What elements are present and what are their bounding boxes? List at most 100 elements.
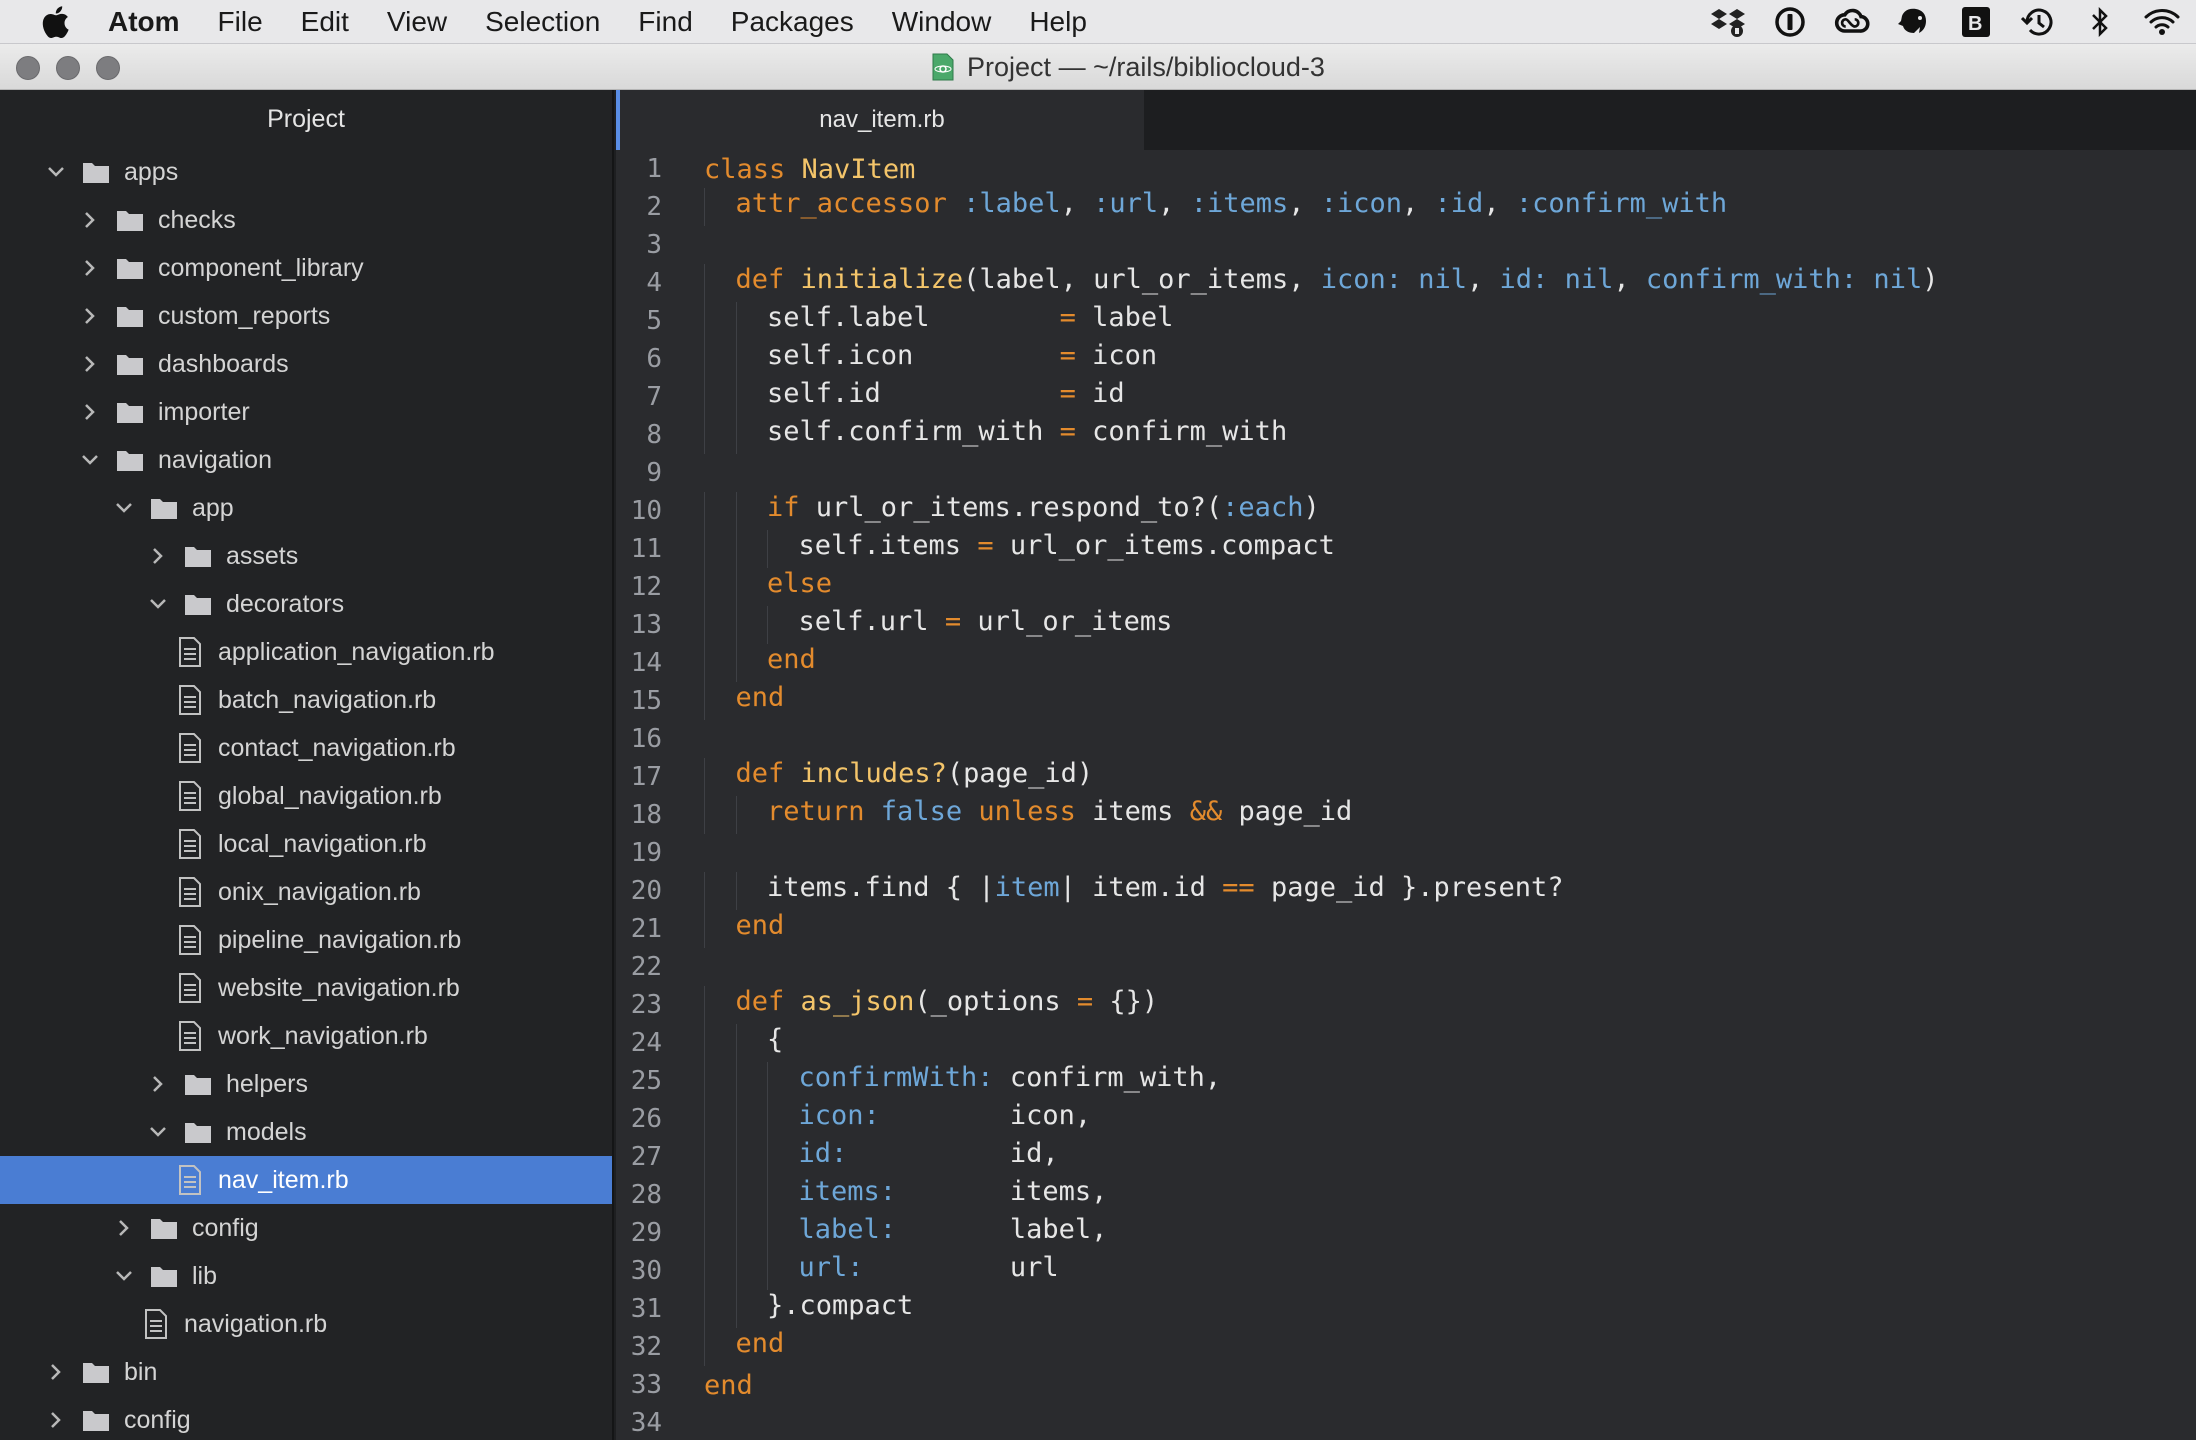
chevron-right-icon[interactable] [80,402,100,422]
chevron-down-icon[interactable] [46,162,66,182]
tree-folder[interactable]: checks [0,196,612,244]
creative-cloud-icon[interactable] [1834,5,1870,39]
menu-window[interactable]: Window [892,6,992,38]
tree-folder[interactable]: config [0,1204,612,1252]
code-line[interactable]: 10 if url_or_items.respond_to?(:each) [616,492,2196,530]
tree-folder[interactable]: bin [0,1348,612,1396]
code-line[interactable]: 21 end [616,910,2196,948]
chevron-down-icon[interactable] [148,1122,168,1142]
chevron-down-icon[interactable] [114,1266,134,1286]
chevron-right-icon[interactable] [46,1410,66,1430]
tab-nav-item-rb[interactable]: nav_item.rb [616,90,1144,150]
chevron-right-icon[interactable] [114,1218,134,1238]
menu-edit[interactable]: Edit [301,6,349,38]
tree-view-header[interactable]: Project [0,90,612,148]
menu-file[interactable]: File [218,6,263,38]
tree-file[interactable]: pipeline_navigation.rb [0,916,612,964]
menu-packages[interactable]: Packages [731,6,854,38]
evernote-icon[interactable] [1896,5,1932,39]
tree-folder[interactable]: apps [0,148,612,196]
code-line[interactable]: 15 end [616,682,2196,720]
code-line[interactable]: 34 [616,1404,2196,1440]
code-line[interactable]: 16 [616,720,2196,758]
time-machine-icon[interactable] [2020,5,2056,39]
dropbox-icon[interactable] [1710,5,1746,39]
code-line[interactable]: 26 icon: icon, [616,1100,2196,1138]
tree-folder[interactable]: component_library [0,244,612,292]
code-line[interactable]: 17 def includes?(page_id) [616,758,2196,796]
code-line[interactable]: 29 label: label, [616,1214,2196,1252]
tree-folder[interactable]: decorators [0,580,612,628]
chevron-right-icon[interactable] [80,210,100,230]
chevron-down-icon[interactable] [148,594,168,614]
code-line[interactable]: 30 url: url [616,1252,2196,1290]
tree-folder[interactable]: config [0,1396,612,1440]
code-line[interactable]: 13 self.url = url_or_items [616,606,2196,644]
code-line[interactable]: 12 else [616,568,2196,606]
code-line[interactable]: 28 items: items, [616,1176,2196,1214]
code-line[interactable]: 1 class NavItem [616,150,2196,188]
menu-view[interactable]: View [387,6,447,38]
tree-folder[interactable]: app [0,484,612,532]
chevron-right-icon[interactable] [148,546,168,566]
tree-folder[interactable]: navigation [0,436,612,484]
chevron-right-icon[interactable] [46,1362,66,1382]
tree-folder[interactable]: importer [0,388,612,436]
code-line[interactable]: 33 end [616,1366,2196,1404]
chevron-down-icon[interactable] [80,450,100,470]
code-line[interactable]: 31}.compact [616,1290,2196,1328]
code-line[interactable]: 5 self.label = label [616,302,2196,340]
code-line[interactable]: 19 [616,834,2196,872]
tree-file[interactable]: batch_navigation.rb [0,676,612,724]
code-line[interactable]: 6 self.icon = icon [616,340,2196,378]
code-line[interactable]: 18 return false unless items && page_id [616,796,2196,834]
code-line[interactable]: 8 self.confirm_with = confirm_with [616,416,2196,454]
tree-file[interactable]: contact_navigation.rb [0,724,612,772]
tree-file[interactable]: onix_navigation.rb [0,868,612,916]
chevron-right-icon[interactable] [80,258,100,278]
chevron-right-icon[interactable] [80,306,100,326]
tree-file[interactable]: nav_item.rb [0,1156,612,1204]
code-text: self.icon = icon [704,340,1157,378]
code-line[interactable]: 20 items.find { |item| item.id == page_id… [616,872,2196,910]
code-line[interactable]: 11 self.items = url_or_items.compact [616,530,2196,568]
code-line[interactable]: 32 end [616,1328,2196,1366]
bbedit-icon[interactable]: B [1958,5,1994,39]
tree-item-label: component_library [158,253,364,282]
apple-icon[interactable] [38,5,72,39]
tree-file[interactable]: local_navigation.rb [0,820,612,868]
code-line[interactable]: 7 self.id = id [616,378,2196,416]
tree-folder[interactable]: custom_reports [0,292,612,340]
code-line[interactable]: 22 [616,948,2196,986]
tree-folder[interactable]: lib [0,1252,612,1300]
code-area[interactable]: 1 class NavItem 2 attr_accessor :label, :ur… [616,150,2196,1440]
chevron-right-icon[interactable] [148,1074,168,1094]
code-line[interactable]: 23 def as_json(_options = {}) [616,986,2196,1024]
bluetooth-icon[interactable] [2082,5,2118,39]
tree-folder[interactable]: dashboards [0,340,612,388]
tree-file[interactable]: global_navigation.rb [0,772,612,820]
menu-find[interactable]: Find [638,6,692,38]
code-line[interactable]: 14 end [616,644,2196,682]
tree-file[interactable]: application_navigation.rb [0,628,612,676]
chevron-right-icon[interactable] [80,354,100,374]
1password-icon[interactable] [1772,5,1808,39]
menu-app-name[interactable]: Atom [108,6,180,38]
tree-folder[interactable]: models [0,1108,612,1156]
tree-file[interactable]: website_navigation.rb [0,964,612,1012]
code-line[interactable]: 4 def initialize(label, url_or_items, ico… [616,264,2196,302]
chevron-down-icon[interactable] [114,498,134,518]
code-line[interactable]: 25 confirmWith: confirm_with, [616,1062,2196,1100]
code-line[interactable]: 2 attr_accessor :label, :url, :items, :ic… [616,188,2196,226]
code-line[interactable]: 3 [616,226,2196,264]
tree-file[interactable]: navigation.rb [0,1300,612,1348]
menu-help[interactable]: Help [1029,6,1087,38]
menu-selection[interactable]: Selection [485,6,600,38]
tree-folder[interactable]: helpers [0,1060,612,1108]
tree-file[interactable]: work_navigation.rb [0,1012,612,1060]
code-line[interactable]: 24 { [616,1024,2196,1062]
tree-folder[interactable]: assets [0,532,612,580]
code-line[interactable]: 9 [616,454,2196,492]
code-line[interactable]: 27 id: id, [616,1138,2196,1176]
wifi-icon[interactable] [2144,5,2180,39]
